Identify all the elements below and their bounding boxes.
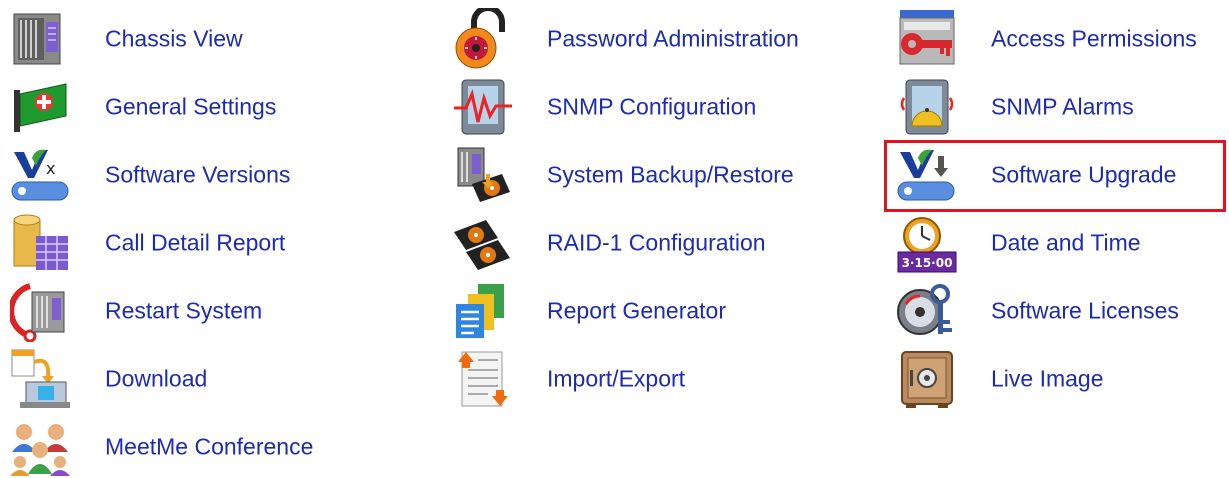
card-plus-icon <box>10 76 72 138</box>
menu-item-label: Restart System <box>105 297 263 324</box>
safe-icon <box>896 348 958 410</box>
menu-item-label: Import/Export <box>547 365 686 392</box>
menu-item-snmp-alarms[interactable]: SNMP Alarms <box>896 76 1229 138</box>
conference-icon <box>10 416 72 478</box>
menu-item-label: General Settings <box>105 93 277 120</box>
menu-item-call-detail-report[interactable]: Call Detail Report <box>10 212 430 274</box>
menu-item-software-licenses[interactable]: Software Licenses <box>896 280 1229 342</box>
menu-item-label: RAID-1 Configuration <box>547 229 766 256</box>
menu-item-label: Password Administration <box>547 25 799 52</box>
backup-icon <box>452 144 514 206</box>
menu-item-label: Access Permissions <box>991 25 1197 52</box>
menu-item-download[interactable]: Download <box>10 348 430 410</box>
menu-item-restart-system[interactable]: Restart System <box>10 280 430 342</box>
menu-item-password-administration[interactable]: Password Administration <box>452 8 872 70</box>
menu-item-label: Call Detail Report <box>105 229 286 256</box>
highlight-box <box>884 140 1226 212</box>
menu-item-live-image[interactable]: Live Image <box>896 348 1229 410</box>
clock-calendar-icon: 3·15·00 <box>896 212 958 274</box>
software-versions-icon: x <box>10 144 72 206</box>
menu-item-label: Report Generator <box>547 297 726 324</box>
padlock-icon <box>452 8 514 70</box>
alarm-icon <box>896 76 958 138</box>
menu-item-label: Software Versions <box>105 161 291 188</box>
menu-item-general-settings[interactable]: General Settings <box>10 76 430 138</box>
menu-item-system-backup-restore[interactable]: System Backup/Restore <box>452 144 872 206</box>
restart-icon <box>10 280 72 342</box>
menu-item-label: System Backup/Restore <box>547 161 794 188</box>
menu-item-label: Live Image <box>991 365 1104 392</box>
report-icon <box>452 280 514 342</box>
menu-item-label: Chassis View <box>105 25 243 52</box>
menu-item-raid-1-configuration[interactable]: RAID-1 Configuration <box>452 212 872 274</box>
menu-item-label: SNMP Configuration <box>547 93 757 120</box>
raid-disks-icon <box>452 212 514 274</box>
snmp-config-icon <box>452 76 514 138</box>
menu-item-snmp-configuration[interactable]: SNMP Configuration <box>452 76 872 138</box>
menu-item-label: Download <box>105 365 208 392</box>
menu-item-software-versions[interactable]: x Software Versions <box>10 144 430 206</box>
database-table-icon <box>10 212 72 274</box>
menu-item-report-generator[interactable]: Report Generator <box>452 280 872 342</box>
menu-item-label: SNMP Alarms <box>991 93 1134 120</box>
menu-item-import-export[interactable]: Import/Export <box>452 348 872 410</box>
import-export-icon <box>452 348 514 410</box>
svg-text:3·15·00: 3·15·00 <box>902 256 953 270</box>
menu-item-chassis-view[interactable]: Chassis View <box>10 8 430 70</box>
menu-item-access-permissions[interactable]: Access Permissions <box>896 8 1229 70</box>
svg-text:x: x <box>46 159 55 178</box>
download-icon <box>10 348 72 410</box>
menu-item-label: MeetMe Conference <box>105 433 314 460</box>
menu-item-label: Software Licenses <box>991 297 1179 324</box>
menu-item-date-and-time[interactable]: 3·15·00 Date and Time <box>896 212 1229 274</box>
license-disc-icon <box>896 280 958 342</box>
chassis-icon <box>10 8 72 70</box>
menu-item-label: Date and Time <box>991 229 1141 256</box>
menu-item-meetme-conference[interactable]: MeetMe Conference <box>10 416 430 478</box>
key-icon <box>896 8 958 70</box>
